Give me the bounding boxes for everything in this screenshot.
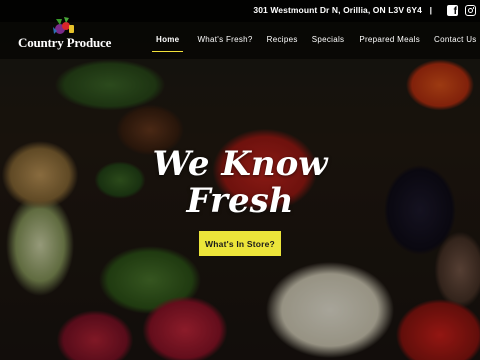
store-address: 301 Westmount Dr N, Orillia, ON L3V 6Y4: [253, 5, 422, 15]
hero-headline-line2: Fresh: [186, 181, 294, 221]
separator: |: [429, 5, 432, 15]
whats-in-store-button[interactable]: What's In Store?: [199, 231, 281, 256]
produce-logo-icon: [53, 17, 74, 34]
brand-logo[interactable]: Country Produce: [18, 13, 128, 50]
nav-item-contact-us[interactable]: Contact Us: [434, 35, 477, 49]
nav-item-home[interactable]: Home: [151, 35, 184, 52]
primary-nav: Home What's Fresh? Recipes Specials Prep…: [151, 35, 477, 52]
nav-item-prepared-meals[interactable]: Prepared Meals: [359, 35, 420, 49]
brand-name: Country Produce: [18, 35, 112, 50]
facebook-icon[interactable]: f: [447, 5, 458, 17]
instagram-icon[interactable]: [465, 5, 476, 16]
hero-headline-line1: We Know: [152, 144, 328, 184]
nav-item-recipes[interactable]: Recipes: [267, 35, 298, 49]
nav-item-specials[interactable]: Specials: [312, 35, 345, 49]
nav-item-whats-fresh[interactable]: What's Fresh?: [197, 35, 252, 49]
